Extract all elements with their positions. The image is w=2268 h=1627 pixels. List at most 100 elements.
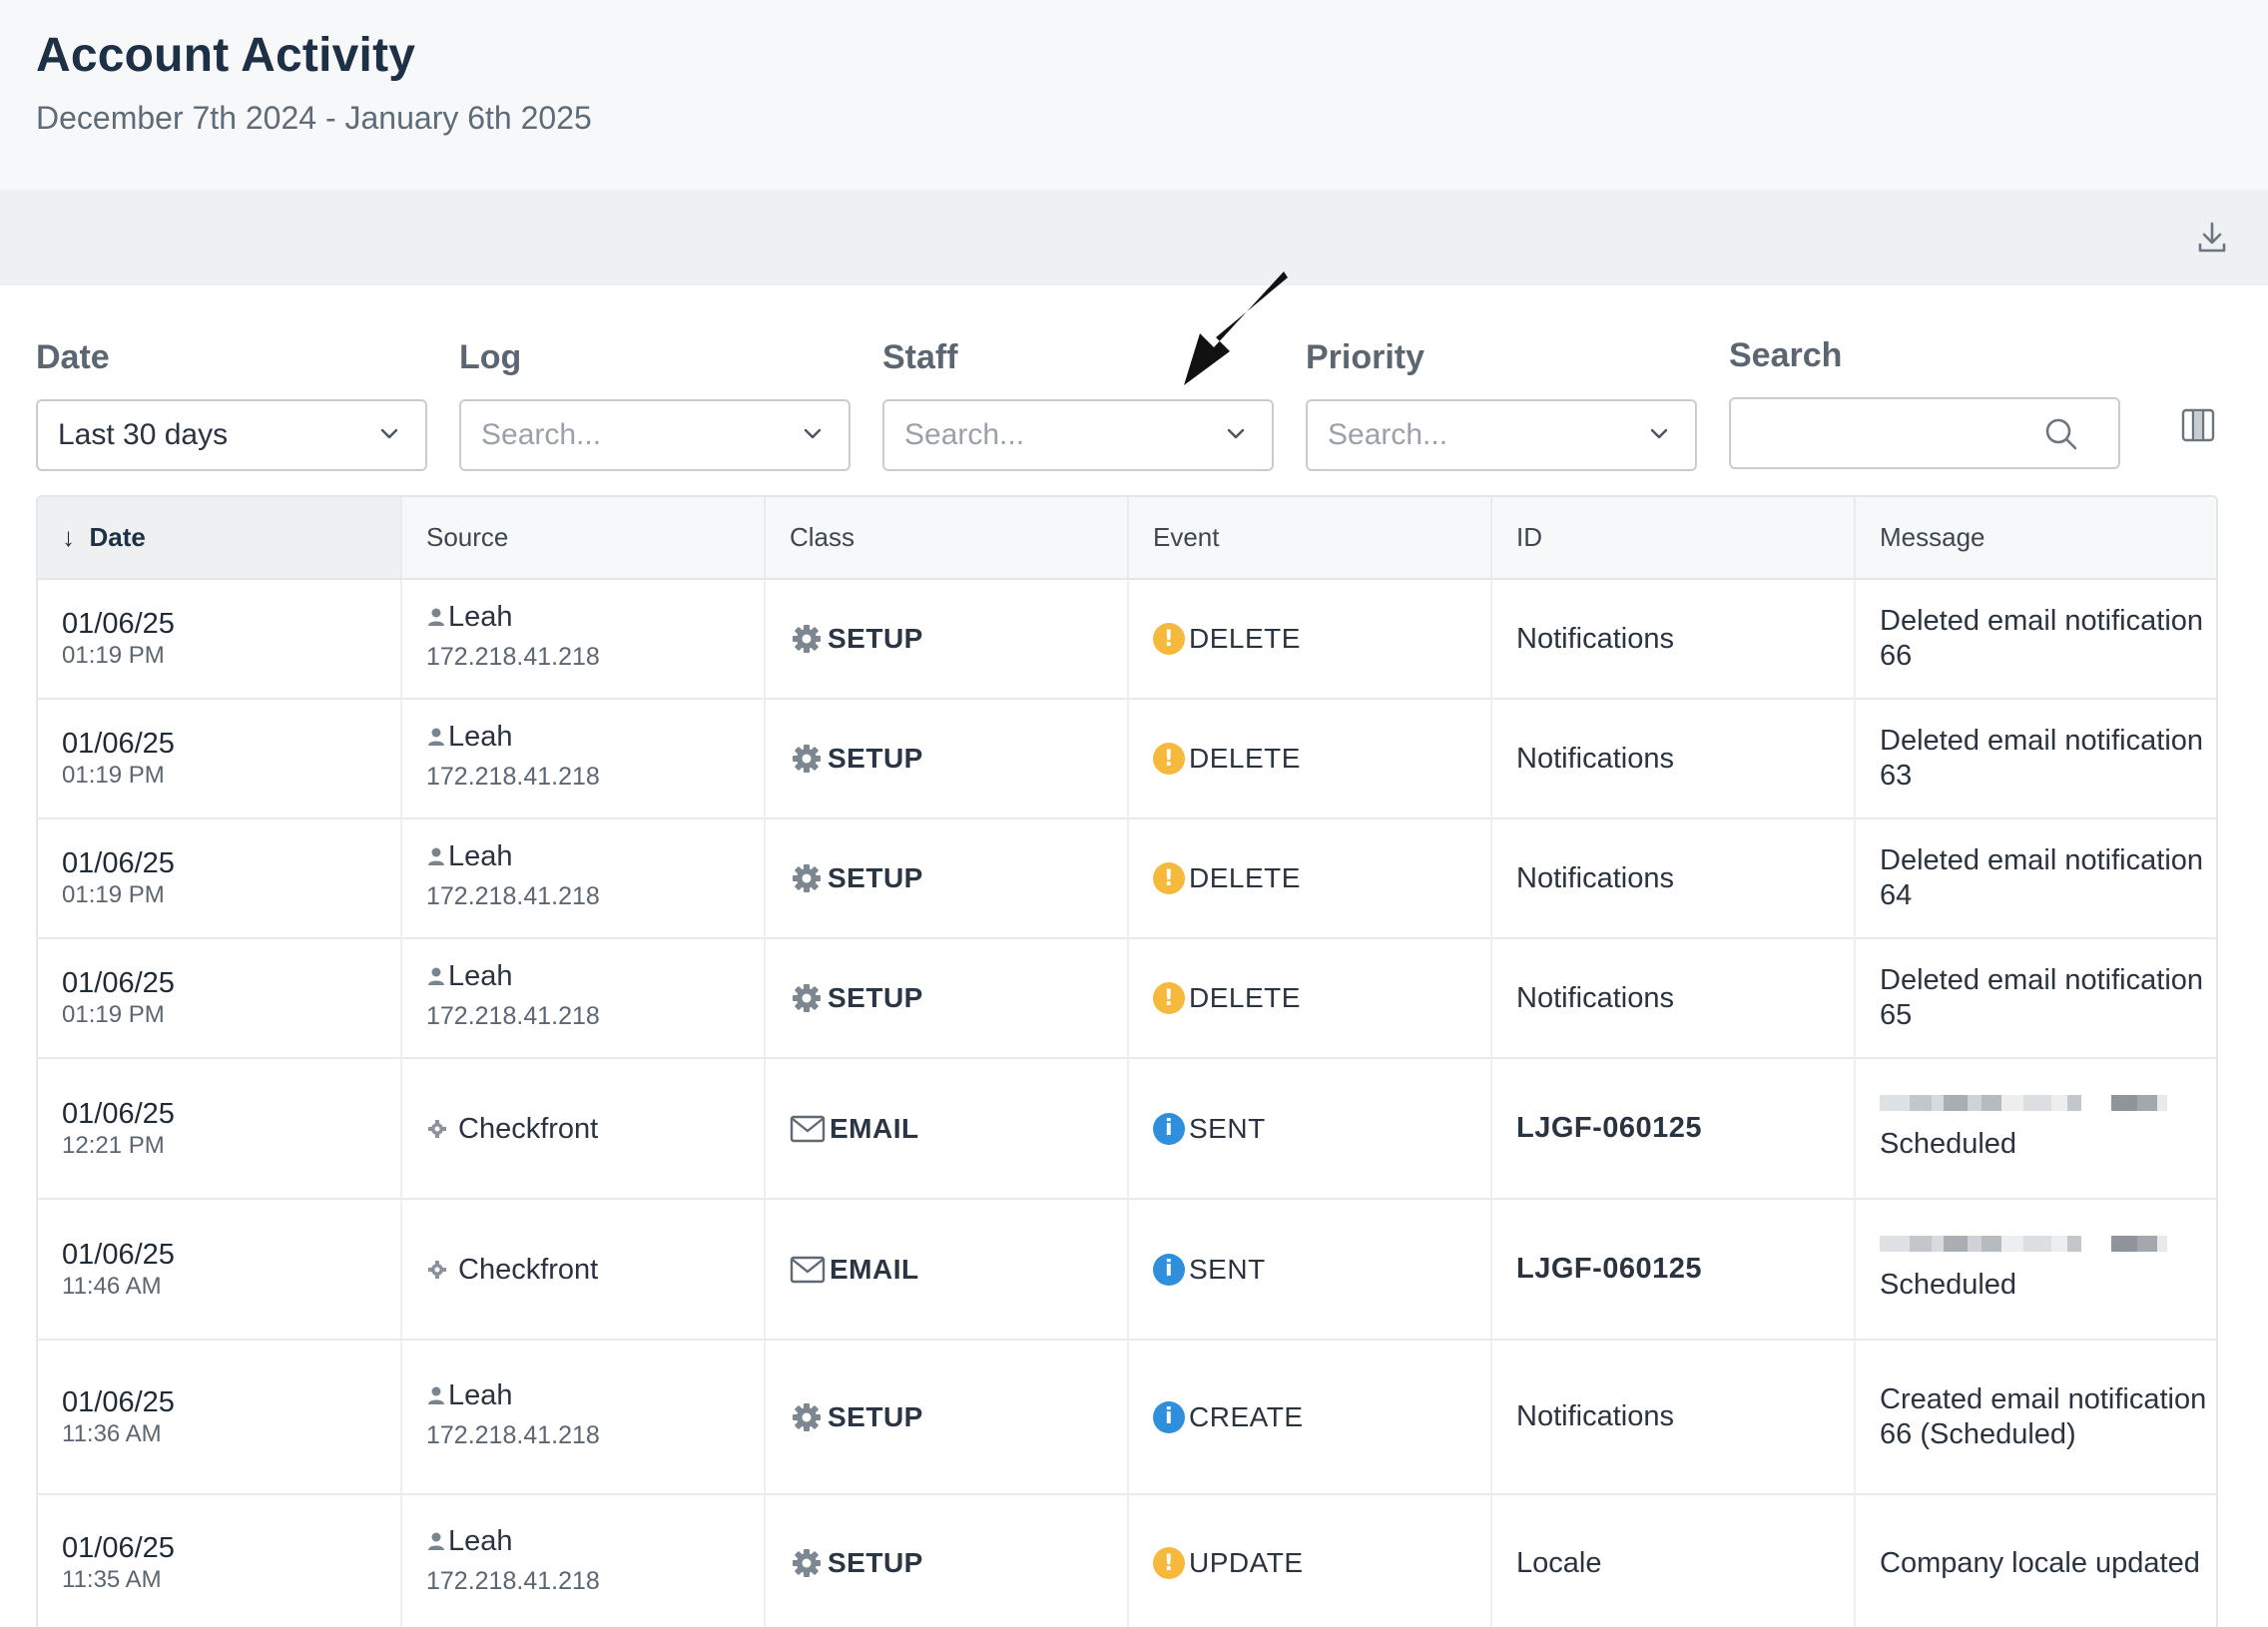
col-header-source[interactable]: Source bbox=[401, 497, 766, 580]
cell-message: Deleted email notification 63 bbox=[1855, 699, 2216, 819]
cell-message: Scheduled bbox=[1855, 1058, 2216, 1200]
page-header: Account Activity December 7th 2024 - Jan… bbox=[0, 0, 2268, 190]
date-value: 01/06/25 bbox=[62, 1238, 175, 1271]
filter-search: Search bbox=[1729, 335, 2120, 469]
cell-message: Deleted email notification 66 bbox=[1855, 579, 2216, 700]
class-tag: SETUP bbox=[790, 1546, 1127, 1580]
cell-class: SETUP bbox=[765, 938, 1129, 1059]
cell-date: 01/06/25 11:36 AM bbox=[38, 1340, 402, 1495]
event-label: DELETE bbox=[1189, 743, 1301, 774]
search-input[interactable] bbox=[1729, 397, 2120, 469]
message-text: Deleted email notification 64 bbox=[1880, 844, 2204, 911]
event-tag: ! DELETE bbox=[1153, 862, 1490, 894]
event-label: DELETE bbox=[1189, 862, 1301, 893]
cell-event: i SENT bbox=[1128, 1199, 1492, 1341]
class-label: EMAIL bbox=[830, 1112, 919, 1144]
priority-select[interactable]: Search... bbox=[1306, 399, 1697, 471]
chevron-down-icon bbox=[804, 428, 822, 439]
cell-source: Leah 172.218.41.218 bbox=[401, 699, 766, 819]
col-header-message[interactable]: Message bbox=[1855, 497, 2216, 580]
class-label: SETUP bbox=[828, 982, 923, 1013]
user-icon bbox=[428, 967, 444, 985]
table-row[interactable]: 01/06/25 11:46 AM Checkfront EMAIL i SENT LJGF… bbox=[38, 1199, 2216, 1341]
col-header-event[interactable]: Event bbox=[1128, 497, 1492, 580]
source-name: Leah bbox=[448, 960, 513, 992]
table-row[interactable]: 01/06/25 01:19 PM Leah 172.218.41.218 SETUP!… bbox=[38, 579, 2216, 700]
cell-event: ! DELETE bbox=[1128, 579, 1492, 700]
time-value: 11:46 AM bbox=[62, 1272, 162, 1300]
download-button[interactable] bbox=[2192, 218, 2232, 258]
info-icon: i bbox=[1153, 1400, 1185, 1433]
id-value: Notifications bbox=[1516, 981, 1674, 1014]
filter-priority-label: Priority bbox=[1306, 338, 1425, 376]
table-row[interactable]: 01/06/25 01:19 PM Leah 172.218.41.218 SETUP!… bbox=[38, 699, 2216, 819]
source-user: Leah bbox=[426, 1377, 764, 1413]
source-name: Leah bbox=[448, 840, 513, 872]
table-row[interactable]: 01/06/25 01:19 PM Leah 172.218.41.218 SETUP!… bbox=[38, 818, 2216, 939]
columns-icon bbox=[2181, 408, 2215, 442]
event-tag: i SENT bbox=[1153, 1253, 1490, 1286]
col-header-date[interactable]: ↓ Date bbox=[38, 497, 402, 580]
gear-icon bbox=[793, 1549, 821, 1577]
columns-toggle-button[interactable] bbox=[2178, 405, 2218, 445]
table-row[interactable]: 01/06/25 11:35 AM Leah 172.218.41.218 SETUP!… bbox=[38, 1494, 2216, 1627]
cell-source: Leah 172.218.41.218 bbox=[401, 579, 766, 700]
class-label: SETUP bbox=[828, 1547, 923, 1578]
cell-source: Leah 172.218.41.218 bbox=[401, 818, 766, 939]
message-text: Created email notification 66 (Scheduled… bbox=[1880, 1382, 2207, 1450]
event-tag: i SENT bbox=[1153, 1112, 1490, 1145]
class-tag: SETUP bbox=[790, 742, 1127, 776]
source-user: Leah bbox=[426, 1523, 764, 1559]
log-select[interactable]: Search... bbox=[459, 399, 850, 471]
id-value[interactable]: LJGF-060125 bbox=[1516, 1253, 1702, 1285]
cell-event: i SENT bbox=[1128, 1058, 1492, 1200]
date-range-select[interactable]: Last 30 days bbox=[36, 399, 427, 471]
cell-class: EMAIL bbox=[765, 1058, 1129, 1200]
source-ip: 172.218.41.218 bbox=[426, 643, 600, 671]
cell-source: Leah 172.218.41.218 bbox=[401, 1494, 766, 1627]
class-label: SETUP bbox=[828, 623, 923, 654]
source-system: Checkfront bbox=[426, 1111, 764, 1147]
time-value: 01:19 PM bbox=[62, 1001, 165, 1028]
time-value: 11:36 AM bbox=[62, 1419, 162, 1447]
filter-priority: Priority Search... bbox=[1306, 337, 1697, 471]
cell-message: Deleted email notification 65 bbox=[1855, 938, 2216, 1059]
cell-class: EMAIL bbox=[765, 1199, 1129, 1341]
message-text: Scheduled bbox=[1880, 1269, 2017, 1301]
cell-message: Created email notification 66 (Scheduled… bbox=[1855, 1340, 2216, 1495]
filter-log-label: Log bbox=[459, 338, 522, 376]
table-row[interactable]: 01/06/25 11:36 AM Leah 172.218.41.218 SETUP i… bbox=[38, 1340, 2216, 1495]
gear-icon bbox=[793, 1402, 821, 1431]
time-value: 11:35 AM bbox=[62, 1566, 162, 1593]
chevron-down-icon bbox=[1650, 428, 1668, 439]
event-label: CREATE bbox=[1189, 1400, 1304, 1432]
date-value: 01/06/25 bbox=[62, 1097, 175, 1130]
col-header-class[interactable]: Class bbox=[765, 497, 1129, 580]
col-header-id[interactable]: ID bbox=[1491, 497, 1856, 580]
cell-id: Notifications bbox=[1491, 579, 1856, 700]
time-value: 01:19 PM bbox=[62, 642, 165, 669]
event-tag: ! DELETE bbox=[1153, 982, 1490, 1014]
id-value[interactable]: LJGF-060125 bbox=[1516, 1112, 1702, 1144]
gear-small-icon bbox=[428, 1119, 446, 1138]
date-value: 01/06/25 bbox=[62, 847, 175, 879]
chevron-down-icon bbox=[1227, 428, 1245, 439]
table-row[interactable]: 01/06/25 12:21 PM Checkfront EMAIL i SENT LJGF… bbox=[38, 1058, 2216, 1200]
cell-date: 01/06/25 01:19 PM bbox=[38, 699, 402, 819]
class-label: EMAIL bbox=[830, 1253, 919, 1285]
cell-source: Leah 172.218.41.218 bbox=[401, 938, 766, 1059]
source-name: Leah bbox=[448, 1525, 513, 1557]
gear-icon bbox=[793, 745, 821, 773]
event-label: SENT bbox=[1189, 1112, 1266, 1144]
cell-event: ! DELETE bbox=[1128, 699, 1492, 819]
source-ip: 172.218.41.218 bbox=[426, 882, 600, 910]
time-value: 12:21 PM bbox=[62, 1131, 165, 1159]
cell-date: 01/06/25 01:19 PM bbox=[38, 579, 402, 700]
id-value: Notifications bbox=[1516, 861, 1674, 894]
table-row[interactable]: 01/06/25 01:19 PM Leah 172.218.41.218 SETUP!… bbox=[38, 938, 2216, 1059]
class-label: SETUP bbox=[828, 743, 923, 774]
staff-select[interactable]: Search... bbox=[882, 399, 1274, 471]
cell-event: ! DELETE bbox=[1128, 938, 1492, 1059]
redacted-text bbox=[1880, 1236, 2216, 1254]
cell-date: 01/06/25 01:19 PM bbox=[38, 818, 402, 939]
